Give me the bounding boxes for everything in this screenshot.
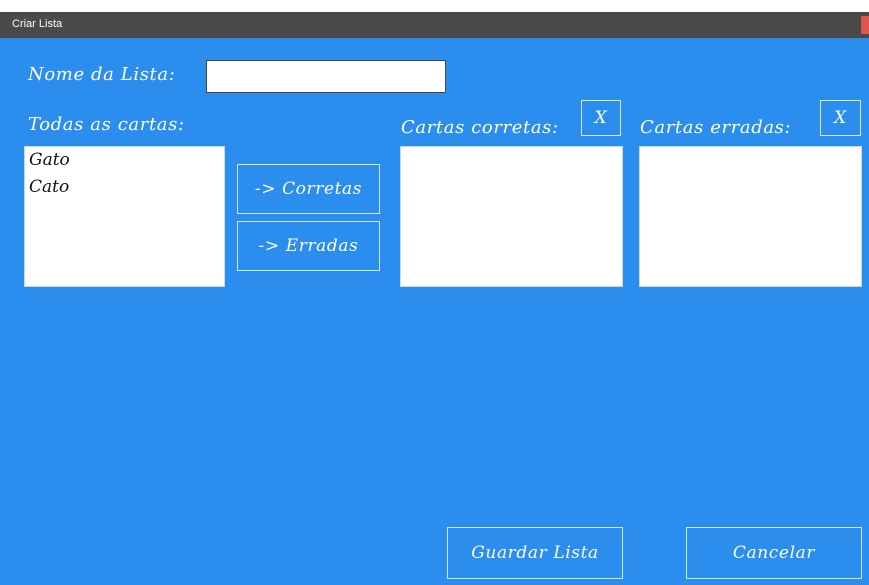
create-list-window: Criar Lista Nome da Lista: Todas as cart… bbox=[0, 12, 869, 585]
clear-wrong-button[interactable]: X bbox=[820, 100, 861, 136]
correct-cards-label: Cartas corretas: bbox=[401, 117, 559, 138]
close-icon[interactable] bbox=[861, 16, 869, 34]
wrong-cards-label: Cartas erradas: bbox=[640, 117, 792, 138]
move-to-correct-button[interactable]: -> Corretas bbox=[237, 164, 380, 214]
list-name-input[interactable] bbox=[206, 60, 446, 93]
list-name-label: Nome da Lista: bbox=[28, 64, 176, 85]
title-bar: Criar Lista bbox=[0, 12, 869, 38]
cancel-button[interactable]: Cancelar bbox=[686, 527, 862, 579]
correct-cards-list[interactable] bbox=[400, 146, 623, 287]
save-list-button[interactable]: Guardar Lista bbox=[447, 527, 623, 579]
wrong-cards-list[interactable] bbox=[639, 146, 862, 287]
clear-correct-button[interactable]: X bbox=[581, 100, 621, 136]
all-cards-list[interactable]: Gato Cato bbox=[24, 146, 225, 287]
all-cards-label: Todas as cartas: bbox=[28, 114, 185, 135]
list-item[interactable]: Gato bbox=[25, 147, 224, 174]
window-title: Criar Lista bbox=[12, 18, 63, 30]
list-item[interactable]: Cato bbox=[25, 174, 224, 201]
move-to-wrong-button[interactable]: -> Erradas bbox=[237, 221, 380, 271]
